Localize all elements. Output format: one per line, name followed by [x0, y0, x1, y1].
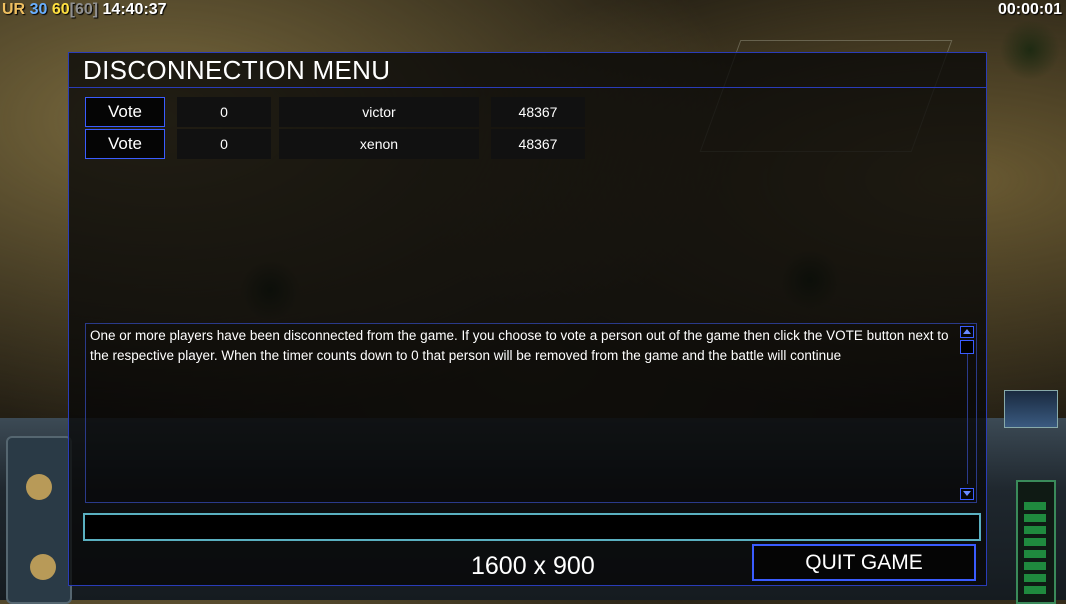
fps-overlay: UR 30 60[60] 14:40:37	[2, 1, 167, 19]
vote-count: 0	[177, 97, 271, 127]
vote-button[interactable]: Vote	[85, 97, 165, 127]
player-ping: 48367	[491, 97, 585, 127]
player-ping: 48367	[491, 129, 585, 159]
system-clock: 14:40:37	[102, 1, 167, 18]
quit-game-button[interactable]: QUIT GAME	[752, 544, 976, 581]
minimap-marker	[26, 474, 52, 500]
message-box: One or more players have been disconnect…	[85, 323, 977, 503]
power-meter	[1016, 480, 1056, 604]
resolution-label: 1600 x 900	[471, 552, 595, 580]
game-timer: 00:00:01	[997, 1, 1062, 18]
player-name: victor	[279, 97, 479, 127]
vote-button[interactable]: Vote	[85, 129, 165, 159]
disconnect-message: One or more players have been disconnect…	[90, 328, 949, 363]
scroll-thumb[interactable]	[960, 340, 974, 354]
scroll-down-icon[interactable]	[960, 488, 974, 500]
overlay-prefix: UR	[2, 1, 26, 18]
player-name: xenon	[279, 129, 479, 159]
palm-tree	[1000, 20, 1060, 80]
scroll-up-icon[interactable]	[960, 326, 974, 338]
dialog-title: DISCONNECTION MENU	[83, 55, 391, 85]
fps-target: [60]	[69, 1, 99, 18]
satellite-icon[interactable]	[1004, 390, 1058, 428]
scroll-track[interactable]	[967, 354, 968, 484]
disconnection-dialog: DISCONNECTION MENU Vote 0 victor 48367 V…	[68, 52, 987, 586]
minimap	[6, 436, 72, 604]
title-divider	[69, 87, 986, 88]
chat-input[interactable]	[83, 513, 981, 541]
vote-count: 0	[177, 129, 271, 159]
fps-value: 30	[29, 1, 48, 18]
fps-limit: 60	[51, 1, 70, 18]
minimap-marker	[30, 554, 56, 580]
